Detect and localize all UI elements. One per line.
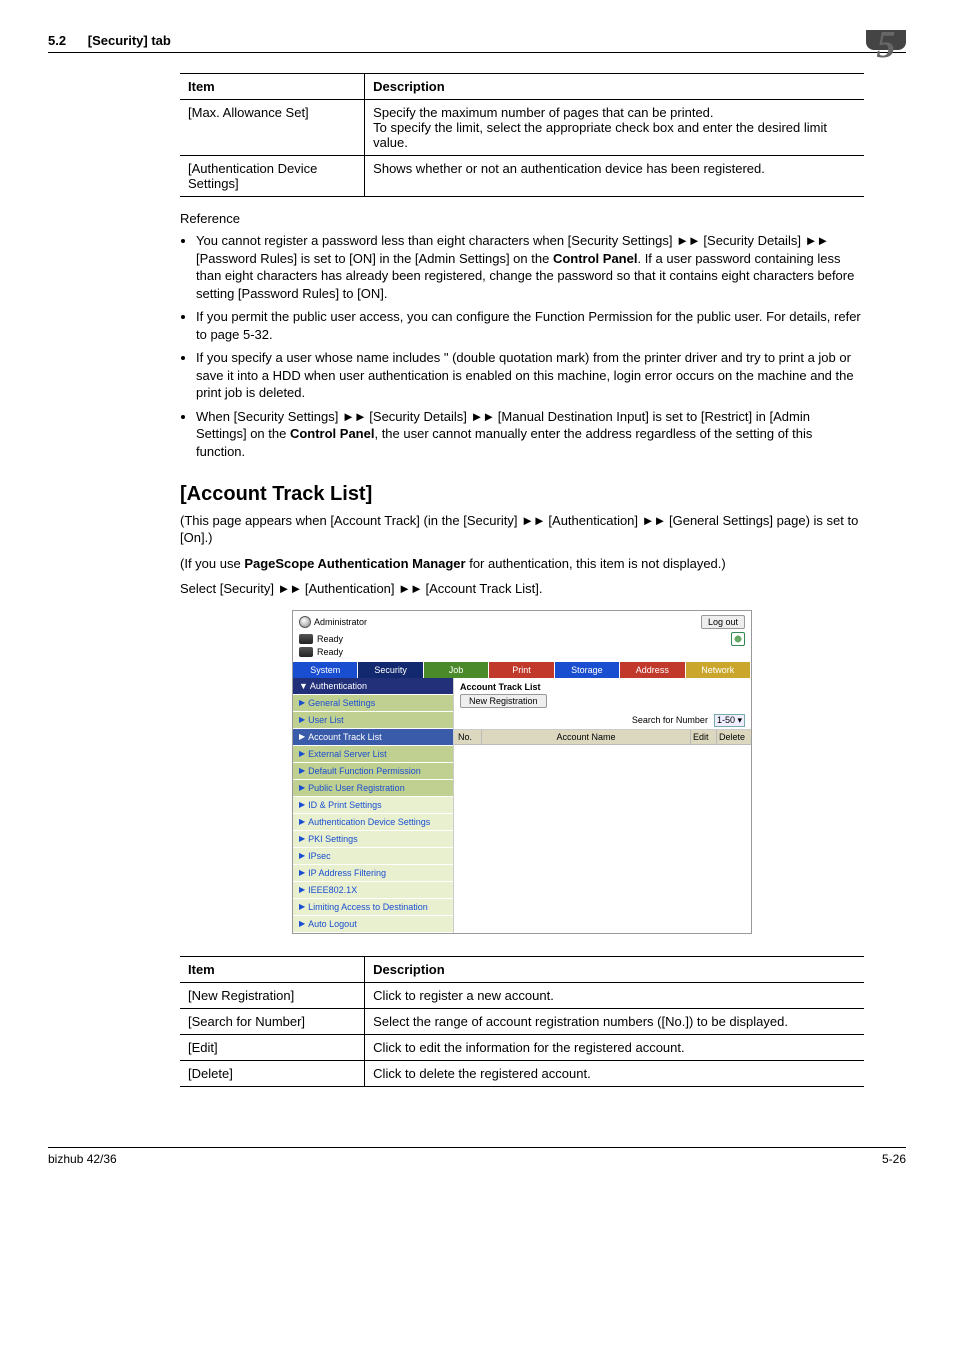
list-item: You cannot register a password less than… <box>196 232 864 302</box>
sidebar-item[interactable]: ▶External Server List <box>293 746 453 763</box>
section-ref: 5.2 [Security] tab <box>48 33 171 48</box>
printer-icon <box>299 634 313 644</box>
cell-item: [Edit] <box>180 1034 365 1060</box>
pane-title: Account Track List <box>454 678 751 694</box>
sidebar-item[interactable]: ▶IP Address Filtering <box>293 865 453 882</box>
list-item: When [Security Settings] ►► [Security De… <box>196 408 864 461</box>
screenshot: Administrator Log out Ready Ready System… <box>292 610 752 934</box>
list-item: If you permit the public user access, yo… <box>196 308 864 343</box>
sidebar-item[interactable]: ▶Public User Registration <box>293 780 453 797</box>
sidebar-item[interactable]: ▶Authentication Device Settings <box>293 814 453 831</box>
search-label: Search for Number <box>632 715 708 725</box>
list-item: If you specify a user whose name include… <box>196 349 864 402</box>
search-row: Search for Number 1-50 ▾ <box>454 712 751 730</box>
cell-item: [Search for Number] <box>180 1008 365 1034</box>
section-number: 5.2 <box>48 33 66 48</box>
admin-label: Administrator <box>299 616 367 628</box>
intro-3: Select [Security] ►► [Authentication] ►►… <box>180 580 864 598</box>
chapter-number: 5 <box>877 30 896 60</box>
new-registration-button[interactable]: New Registration <box>460 694 547 708</box>
sidebar-item[interactable]: ▶PKI Settings <box>293 831 453 848</box>
sidebar-header-auth[interactable]: ▼ Authentication <box>293 678 453 695</box>
chevron-down-icon: ▾ <box>737 715 742 725</box>
refresh-icon[interactable] <box>731 632 745 646</box>
sidebar-item[interactable]: ▶IEEE802.1X <box>293 882 453 899</box>
sidebar-item[interactable]: ▶Default Function Permission <box>293 763 453 780</box>
tab-print[interactable]: Print <box>489 662 554 678</box>
cell-desc: Click to edit the information for the re… <box>365 1034 864 1060</box>
tab-network[interactable]: Network <box>686 662 751 678</box>
th-desc: Description <box>365 74 864 100</box>
page-footer: bizhub 42/36 5-26 <box>48 1147 906 1166</box>
table-row: [Search for Number] Select the range of … <box>180 1008 864 1034</box>
cell-item: [Authentication Device Settings] <box>180 156 365 197</box>
tabs: System Security Job Print Storage Addres… <box>293 662 751 678</box>
sidebar-item[interactable]: ▶ID & Print Settings <box>293 797 453 814</box>
sidebar-item[interactable]: ▶General Settings <box>293 695 453 712</box>
sidebar-item-active[interactable]: ▶Account Track List <box>293 729 453 746</box>
user-icon <box>299 616 311 628</box>
col-edit: Edit <box>691 730 717 744</box>
footer-page: 5-26 <box>882 1152 906 1166</box>
sidebar-item[interactable]: ▶IPsec <box>293 848 453 865</box>
page-header: 5.2 [Security] tab 5 <box>48 30 906 53</box>
sidebar-item[interactable]: ▶Limiting Access to Destination <box>293 899 453 916</box>
table-row: [Authentication Device Settings] Shows w… <box>180 156 864 197</box>
cell-item: [Delete] <box>180 1060 365 1086</box>
chapter-marker: 5 <box>866 30 906 50</box>
tab-security[interactable]: Security <box>358 662 423 678</box>
section-tab: [Security] tab <box>88 33 171 48</box>
search-number-select[interactable]: 1-50 ▾ <box>714 714 745 727</box>
cell-desc: Select the range of account registration… <box>365 1008 864 1034</box>
tab-job[interactable]: Job <box>424 662 489 678</box>
status-row: Ready <box>299 632 745 646</box>
printer-icon <box>299 647 313 657</box>
sidebar-item[interactable]: ▶User List <box>293 712 453 729</box>
reference-label: Reference <box>180 211 864 226</box>
th-item: Item <box>180 956 365 982</box>
logout-button[interactable]: Log out <box>701 615 745 629</box>
th-item: Item <box>180 74 365 100</box>
footer-model: bizhub 42/36 <box>48 1152 117 1166</box>
col-delete: Delete <box>717 730 751 744</box>
cell-desc: Click to register a new account. <box>365 982 864 1008</box>
reference-list: You cannot register a password less than… <box>180 232 864 461</box>
status-row: Ready <box>299 647 745 657</box>
main-pane: Account Track List New Registration Sear… <box>453 678 751 933</box>
tab-system[interactable]: System <box>293 662 358 678</box>
cell-item: [Max. Allowance Set] <box>180 100 365 156</box>
th-desc: Description <box>365 956 864 982</box>
cell-desc: Specify the maximum number of pages that… <box>365 100 864 156</box>
col-no: No. <box>454 730 482 744</box>
section-title: [Account Track List] <box>180 483 864 506</box>
tab-address[interactable]: Address <box>620 662 685 678</box>
table-row: [Delete] Click to delete the registered … <box>180 1060 864 1086</box>
table-row: [New Registration] Click to register a n… <box>180 982 864 1008</box>
grid-header: No. Account Name Edit Delete <box>454 730 751 745</box>
item-desc-table-2: Item Description [New Registration] Clic… <box>180 956 864 1087</box>
chapter-badge: 5 <box>866 30 906 50</box>
table-row: [Max. Allowance Set] Specify the maximum… <box>180 100 864 156</box>
cell-item: [New Registration] <box>180 982 365 1008</box>
cell-desc: Shows whether or not an authentication d… <box>365 156 864 197</box>
intro-1: (This page appears when [Account Track] … <box>180 512 864 547</box>
sidebar-item[interactable]: ▶Auto Logout <box>293 916 453 933</box>
cell-desc: Click to delete the registered account. <box>365 1060 864 1086</box>
col-name: Account Name <box>482 730 691 744</box>
item-desc-table-1: Item Description [Max. Allowance Set] Sp… <box>180 73 864 197</box>
table-row: [Edit] Click to edit the information for… <box>180 1034 864 1060</box>
intro-2: (If you use PageScope Authentication Man… <box>180 555 864 573</box>
tab-storage[interactable]: Storage <box>555 662 620 678</box>
sidebar: ▼ Authentication ▶General Settings ▶User… <box>293 678 453 933</box>
